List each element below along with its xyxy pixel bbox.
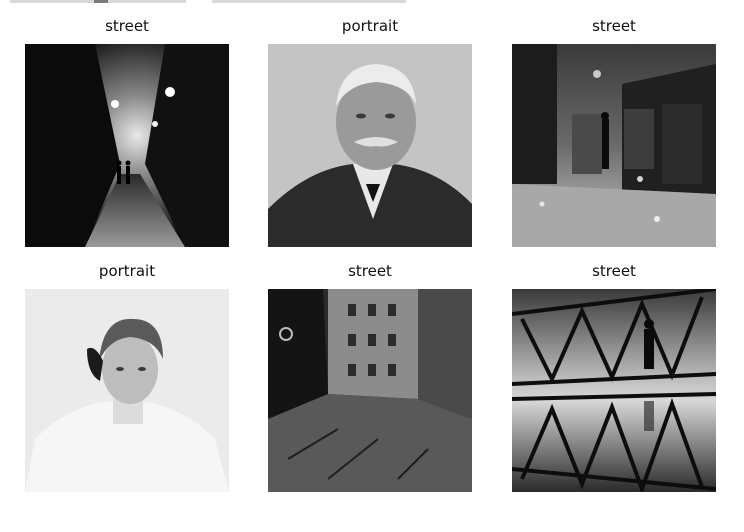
portrait-man-illustration (268, 44, 472, 247)
panel-label: street (348, 262, 392, 280)
portrait-photo[interactable] (25, 289, 229, 492)
image-grid: street portrait street portrait street s… (0, 0, 744, 532)
street-photo[interactable] (512, 44, 716, 247)
portrait-photo[interactable] (268, 44, 472, 247)
street-bridge-illustration (512, 289, 716, 492)
panel-label: portrait (341, 17, 399, 35)
street-photo[interactable] (512, 289, 716, 492)
portrait-woman-illustration (25, 289, 229, 492)
street-photo[interactable] (25, 44, 229, 247)
panel-label: street (592, 262, 636, 280)
panel-label: street (105, 17, 149, 35)
street-alley-illustration (268, 289, 472, 492)
street-night-illustration (25, 44, 229, 247)
street-photo[interactable] (268, 289, 472, 492)
panel-label: street (592, 17, 636, 35)
street-rain-illustration (512, 44, 716, 247)
panel-label: portrait (98, 262, 156, 280)
